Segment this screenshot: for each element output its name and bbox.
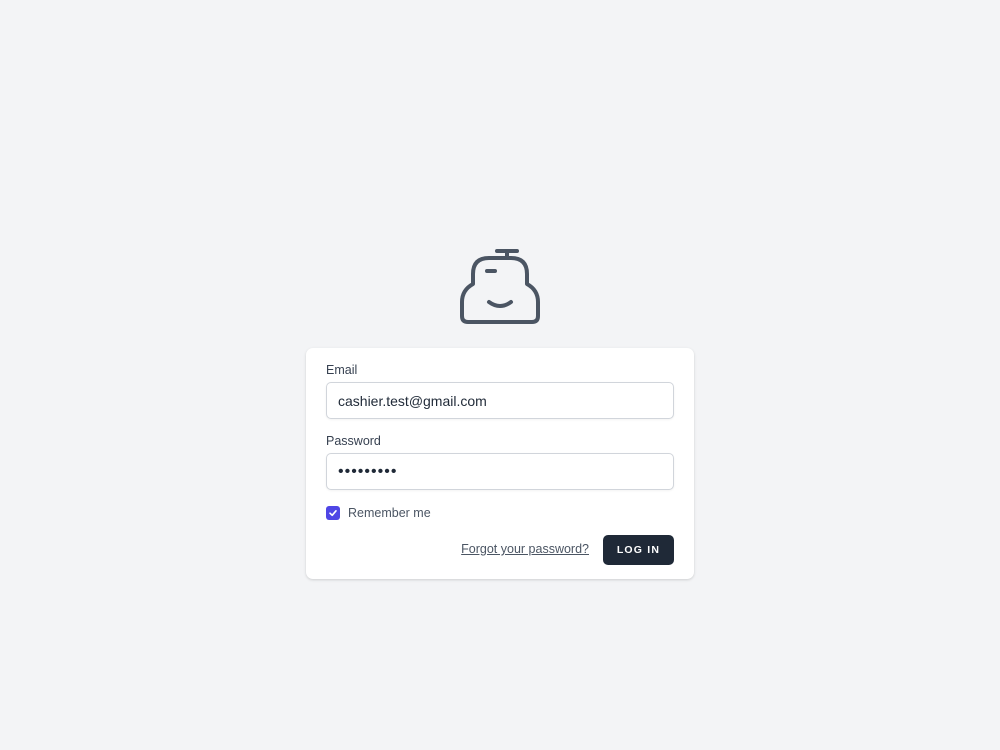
remember-me-checkbox[interactable] (326, 506, 340, 520)
cash-register-icon[interactable] (460, 246, 540, 326)
password-label: Password (326, 434, 381, 448)
remember-me-label: Remember me (348, 506, 431, 520)
remember-me[interactable]: Remember me (326, 505, 431, 521)
login-button[interactable]: LOG IN (603, 535, 674, 565)
password-field[interactable] (326, 453, 674, 490)
email-label: Email (326, 363, 358, 377)
email-field[interactable] (326, 382, 674, 419)
login-page: Email Password Remember me Forgot your p… (0, 0, 1000, 750)
forgot-password-link[interactable]: Forgot your password? (461, 542, 589, 556)
login-card: Email Password Remember me Forgot your p… (306, 348, 694, 579)
checkmark-icon (329, 510, 337, 517)
